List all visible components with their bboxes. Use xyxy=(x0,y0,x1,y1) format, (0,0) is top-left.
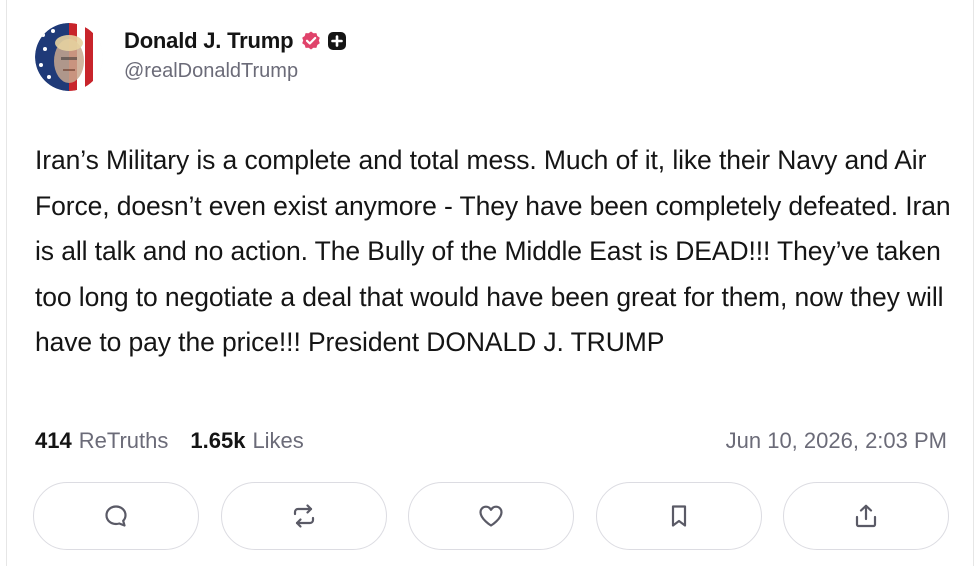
retruths-count: 414 xyxy=(35,428,72,453)
author-display-name[interactable]: Donald J. Trump xyxy=(124,28,294,54)
post-header: Donald J. Trump @realDonaldTrump xyxy=(35,22,347,92)
retruths-stat[interactable]: 414 ReTruths xyxy=(35,428,168,454)
share-button[interactable] xyxy=(783,482,949,550)
like-button[interactable] xyxy=(408,482,574,550)
reply-button[interactable] xyxy=(33,482,199,550)
bookmark-icon xyxy=(667,502,691,530)
bookmark-button[interactable] xyxy=(595,482,762,550)
likes-count: 1.65k xyxy=(190,428,246,453)
author-name-row: Donald J. Trump xyxy=(124,26,347,56)
verified-badge-icon xyxy=(300,30,322,52)
heart-icon xyxy=(476,502,506,530)
share-icon xyxy=(852,502,880,530)
comment-icon xyxy=(102,502,130,530)
author-handle[interactable]: @realDonaldTrump xyxy=(124,60,347,83)
retruth-button[interactable] xyxy=(220,482,387,550)
author-info: Donald J. Trump @realDonaldTrump xyxy=(124,26,347,83)
likes-stat[interactable]: 1.65k Likes xyxy=(190,428,303,454)
post-timestamp[interactable]: Jun 10, 2026, 2:03 PM xyxy=(726,428,947,454)
likes-label: Likes xyxy=(252,428,304,453)
retruths-label: ReTruths xyxy=(78,428,169,453)
post-actions xyxy=(33,482,949,552)
repost-icon xyxy=(289,502,319,530)
post-card: Donald J. Trump @realDonaldTrump Iran’s … xyxy=(6,0,974,566)
avatar[interactable] xyxy=(35,23,103,91)
plus-badge-icon xyxy=(327,31,347,51)
post-stats: 414 ReTruths 1.65k Likes Jun 10, 2026, 2… xyxy=(35,424,947,458)
post-body-text: Iran’s Military is a complete and total … xyxy=(35,145,951,357)
